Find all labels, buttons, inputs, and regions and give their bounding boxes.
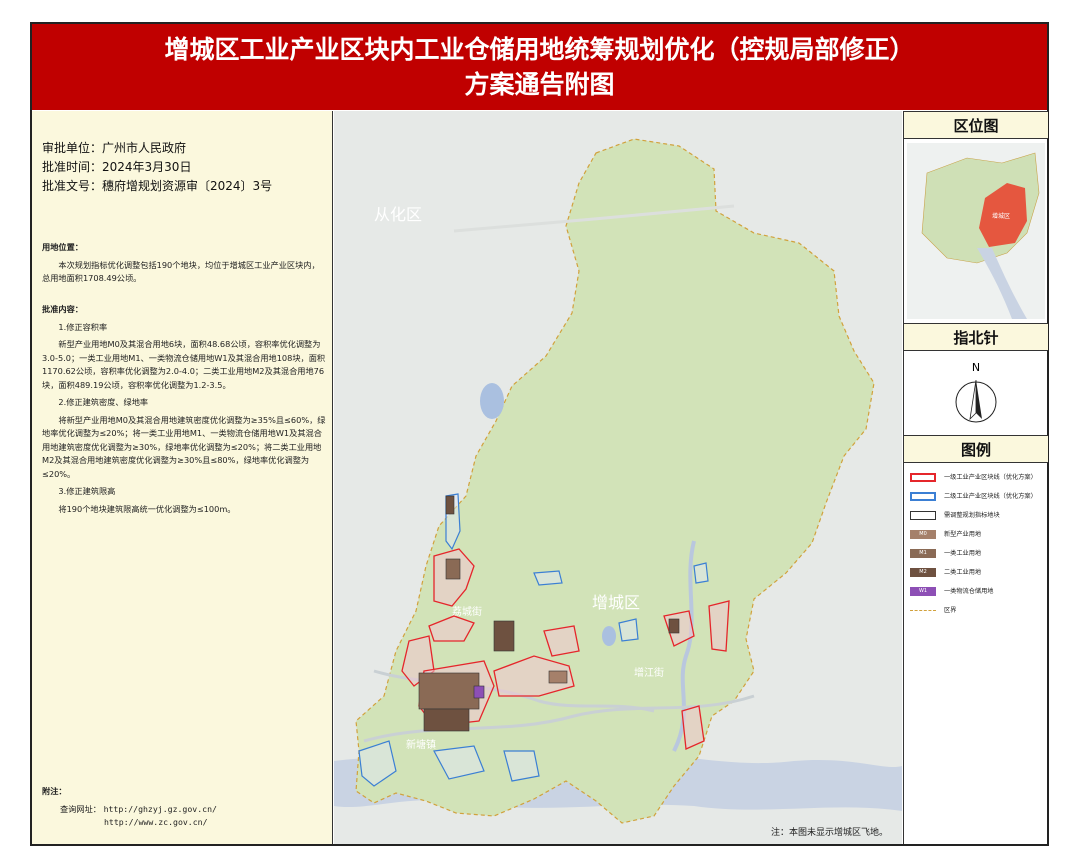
legend-swatch <box>910 610 936 611</box>
location-map: 增城区 <box>907 143 1045 319</box>
label-xintang: 新塘镇 <box>406 740 436 751</box>
label-zengcheng: 增城区 <box>592 593 641 612</box>
reservoir <box>480 383 504 419</box>
estuary <box>977 248 1027 319</box>
zone-polygon <box>708 600 730 652</box>
label-conghua: 从化区 <box>374 205 423 224</box>
item-3-title: 3.修正建筑限高 <box>58 486 116 496</box>
north-arrow: N <box>949 361 1003 431</box>
location-map-label: 增城区 <box>992 213 1011 220</box>
legend-title: 图例 <box>904 435 1048 463</box>
main-map: 从化区 增城区 新塘镇 荔城街 增江街 注：本图未显示增城区飞地。 <box>334 111 902 844</box>
legend-label: 区界 <box>944 607 957 614</box>
plot-m0 <box>548 670 568 684</box>
right-panel: 区位图 增城区 指北针 N 图例 一级工业产业区块线（优化方案） 二级工业产业区块… <box>903 111 1048 844</box>
label-licheng: 荔城街 <box>452 607 482 618</box>
item-2-title: 2.修正建筑密度、绿地率 <box>58 397 149 407</box>
legend-label: 一级工业产业区块线（优化方案） <box>944 474 1037 481</box>
legend-swatch: M1 <box>910 549 936 558</box>
approval-block: 审批单位：广州市人民政府 批准时间：2024年3月30日 批准文号：穗府增规划资… <box>42 139 272 196</box>
plot-m2 <box>445 495 455 515</box>
legend-label: 一类工业用地 <box>944 550 982 557</box>
lake <box>602 626 616 646</box>
legend-swatch: M0 <box>910 530 936 539</box>
title-line-2: 方案通告附图 <box>464 70 615 99</box>
legend-label: 二类工业用地 <box>944 569 982 576</box>
land-location-text: 本次规划指标优化调整包括190个地块，均位于增城区工业产业区块内，总用地面积17… <box>42 259 320 284</box>
legend-swatch <box>910 473 936 482</box>
north-arrow-title: 指北针 <box>904 323 1048 351</box>
zone-polygon <box>693 562 709 584</box>
item-3-text: 将190个地块建筑限高统一优化调整为≤100m。 <box>58 503 236 514</box>
item-1-text: 新型产业用地M0及其混合用地6块，面积48.68公顷，容积率优化调整为3.0-5… <box>42 339 326 390</box>
query-label: 查询网址： <box>60 803 101 814</box>
zone-polygon <box>533 570 563 586</box>
legend-swatch <box>910 492 936 501</box>
approval-time: 批准时间：2024年3月30日 <box>42 160 192 174</box>
title-banner: 增城区工业产业区块内工业仓储用地统筹规划优化（控规局部修正） 方案通告附图 <box>32 24 1047 110</box>
item-2-text: 将新型产业用地M0及其混合用地建筑密度优化调整为≥35%且≤60%，绿地率优化调… <box>42 414 326 479</box>
map-note: 注：本图未显示增城区飞地。 <box>770 828 888 838</box>
legend-label: 需调整规划指标地块 <box>944 512 1000 519</box>
legend-swatch: M2 <box>910 568 936 577</box>
notes-heading: 附注： <box>42 786 67 796</box>
land-location-section: 用地位置： 本次规划指标优化调整包括190个地块，均位于增城区工业产业区块内，总… <box>42 241 327 290</box>
url-link-1[interactable]: http://ghzyj.gz.gov.cn/ <box>104 804 217 814</box>
zone-polygon <box>618 618 639 642</box>
item-1-title: 1.修正容积率 <box>58 321 108 332</box>
legend-label: 二级工业产业区块线（优化方案） <box>944 493 1037 500</box>
plot-w1 <box>473 685 485 699</box>
approval-doc: 批准文号：穗府增规划资源审〔2024〕3号 <box>42 179 273 193</box>
north-letter: N <box>971 361 981 374</box>
plot-m2 <box>668 618 680 634</box>
legend-label: 一类物流仓储用地 <box>944 588 994 595</box>
label-zengjiang: 增江街 <box>634 668 664 679</box>
plot-m1 <box>418 672 480 710</box>
approved-content-section: 批准内容： 1.修正容积率 新型产业用地M0及其混合用地6块，面积48.68公顷… <box>42 303 327 520</box>
plot-m2 <box>423 708 470 732</box>
compass-icon <box>955 379 997 423</box>
legend: 一级工业产业区块线（优化方案） 二级工业产业区块线（优化方案） 需调整规划指标地块 M… <box>904 471 1048 631</box>
legend-label: 新型产业用地 <box>944 531 982 538</box>
title-line-1: 增城区工业产业区块内工业仓储用地统筹规划优化（控规局部修正） <box>164 35 915 64</box>
plot-m1 <box>445 558 461 580</box>
location-map-canvas <box>921 152 1040 319</box>
info-panel: 审批单位：广州市人民政府 批准时间：2024年3月30日 批准文号：穗府增规划资… <box>32 111 333 844</box>
legend-swatch <box>910 511 936 520</box>
plot-m2 <box>493 620 515 652</box>
notes-section: 附注： 查询网址： http://ghzyj.gz.gov.cn/ http:/… <box>42 785 327 830</box>
approved-content-heading: 批准内容： <box>42 304 83 314</box>
location-map-title: 区位图 <box>904 111 1048 139</box>
approval-unit: 审批单位：广州市人民政府 <box>42 141 187 155</box>
legend-swatch: W1 <box>910 587 936 596</box>
land-location-heading: 用地位置： <box>42 242 83 252</box>
url-link-2[interactable]: http://www.zc.gov.cn/ <box>104 817 208 827</box>
